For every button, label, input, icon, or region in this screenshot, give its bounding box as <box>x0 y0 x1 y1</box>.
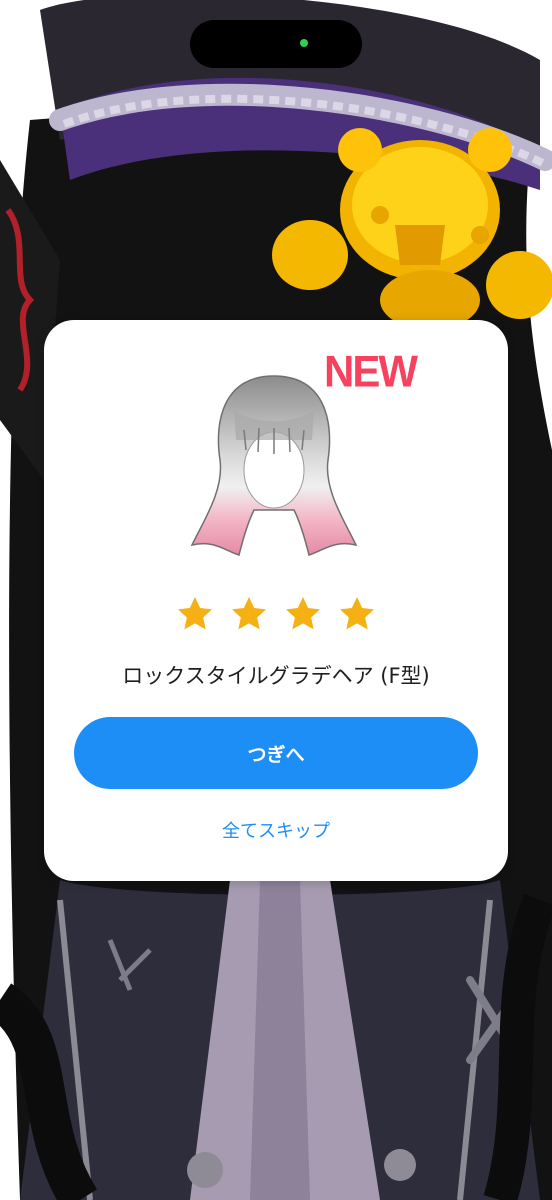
hair-icon <box>190 375 358 556</box>
next-button[interactable]: つぎへ <box>74 717 478 789</box>
dynamic-island <box>190 20 362 68</box>
skip-all-link[interactable]: 全てスキップ <box>44 817 508 843</box>
star-icon <box>178 597 212 630</box>
camera-indicator-icon <box>300 39 308 47</box>
item-name: ロックスタイルグラデヘア (F型) <box>122 664 430 688</box>
rarity-stars <box>44 594 508 634</box>
star-icon <box>232 597 266 630</box>
star-icon <box>340 597 374 630</box>
reward-modal: NEW ロックスタイルグラデヘア (F型) つぎへ 全てスキップ <box>44 320 508 881</box>
star-icon <box>286 597 320 630</box>
